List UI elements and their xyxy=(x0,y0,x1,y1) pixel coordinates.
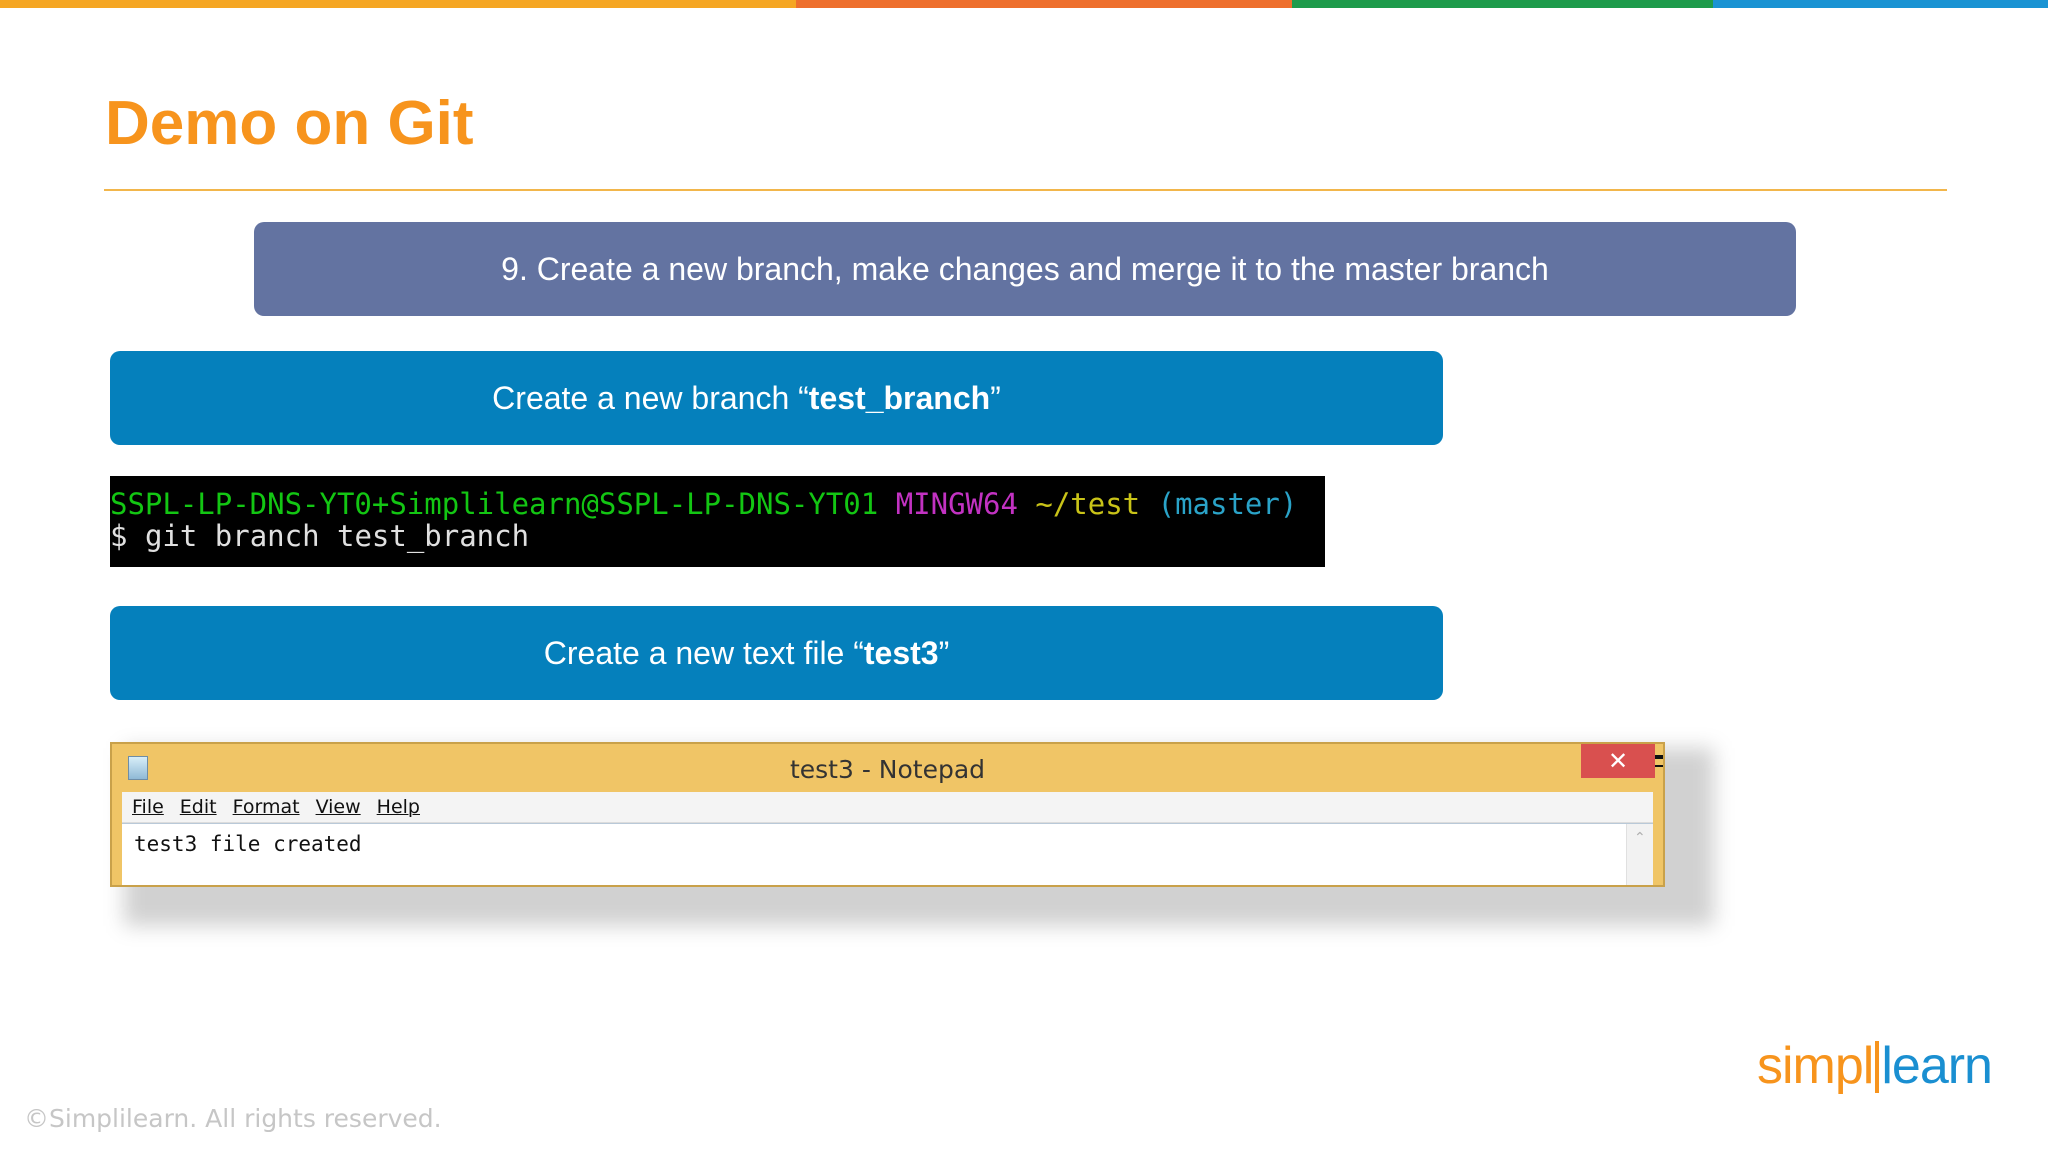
instruction-prefix: Create a new branch “ xyxy=(492,379,809,416)
close-icon: ✕ xyxy=(1607,747,1629,775)
menu-file[interactable]: File xyxy=(132,796,164,818)
instruction-prefix: Create a new text file “ xyxy=(543,634,864,671)
logo-text-left: simpl xyxy=(1757,1037,1874,1095)
logo-bar xyxy=(1875,1041,1880,1093)
terminal-shell: MINGW64 xyxy=(895,487,1018,521)
notepad-menubar: File Edit Format View Help xyxy=(122,792,1653,823)
menu-format[interactable]: Format xyxy=(233,796,300,818)
terminal-prompt: $ xyxy=(110,519,128,553)
git-bash-terminal: SSPL-LP-DNS-YT0+Simplilearn@SSPL-LP-DNS-… xyxy=(110,476,1325,567)
notepad-window[interactable]: test3 - Notepad ✕ File Edit Format View … xyxy=(110,742,1665,887)
top-bar-blue xyxy=(1713,0,2048,8)
simplilearn-logo: simpl learn xyxy=(1757,1037,1993,1095)
instruction-suffix: ” xyxy=(990,379,1001,416)
close-button[interactable]: ✕ xyxy=(1581,744,1655,778)
slide: Demo on Git 9. Create a new branch, make… xyxy=(0,0,2048,1152)
terminal-user-host: SSPL-LP-DNS-YT0+Simplilearn@SSPL-LP-DNS-… xyxy=(110,487,879,521)
scroll-up-icon[interactable]: ⌃ xyxy=(1634,830,1646,846)
copyright-notice: ©Simplilearn. All rights reserved. xyxy=(24,1104,442,1133)
terminal-path: ~/test xyxy=(1035,487,1141,521)
top-color-bar xyxy=(0,0,2048,8)
step-banner-text: 9. Create a new branch, make changes and… xyxy=(501,250,1549,287)
logo-text-right: learn xyxy=(1881,1037,1993,1095)
slide-title: Demo on Git xyxy=(105,89,474,158)
terminal-branch: (master) xyxy=(1157,487,1298,521)
menu-help[interactable]: Help xyxy=(377,796,420,818)
menu-edit[interactable]: Edit xyxy=(180,796,217,818)
notepad-content: test3 file created xyxy=(134,832,362,856)
notepad-text-area[interactable]: test3 file created ⌃ xyxy=(122,823,1653,885)
instruction-bold: test_branch xyxy=(808,379,991,416)
notepad-titlebar[interactable]: test3 - Notepad ✕ xyxy=(112,744,1663,792)
top-bar-orange xyxy=(0,0,796,8)
menu-view[interactable]: View xyxy=(316,796,361,818)
notepad-title: test3 - Notepad xyxy=(789,755,986,784)
title-divider xyxy=(104,189,1947,191)
vertical-scrollbar[interactable]: ⌃ xyxy=(1626,824,1653,885)
instruction-create-branch: Create a new branch “test_branch” xyxy=(110,351,1443,445)
top-bar-red-orange xyxy=(796,0,1292,8)
terminal-command: git branch test_branch xyxy=(144,519,530,553)
instruction-create-file: Create a new text file “test3” xyxy=(110,606,1443,700)
instruction-suffix: ” xyxy=(938,634,950,671)
instruction-bold: test3 xyxy=(863,634,939,671)
step-banner: 9. Create a new branch, make changes and… xyxy=(254,222,1796,316)
top-bar-green xyxy=(1292,0,1713,8)
